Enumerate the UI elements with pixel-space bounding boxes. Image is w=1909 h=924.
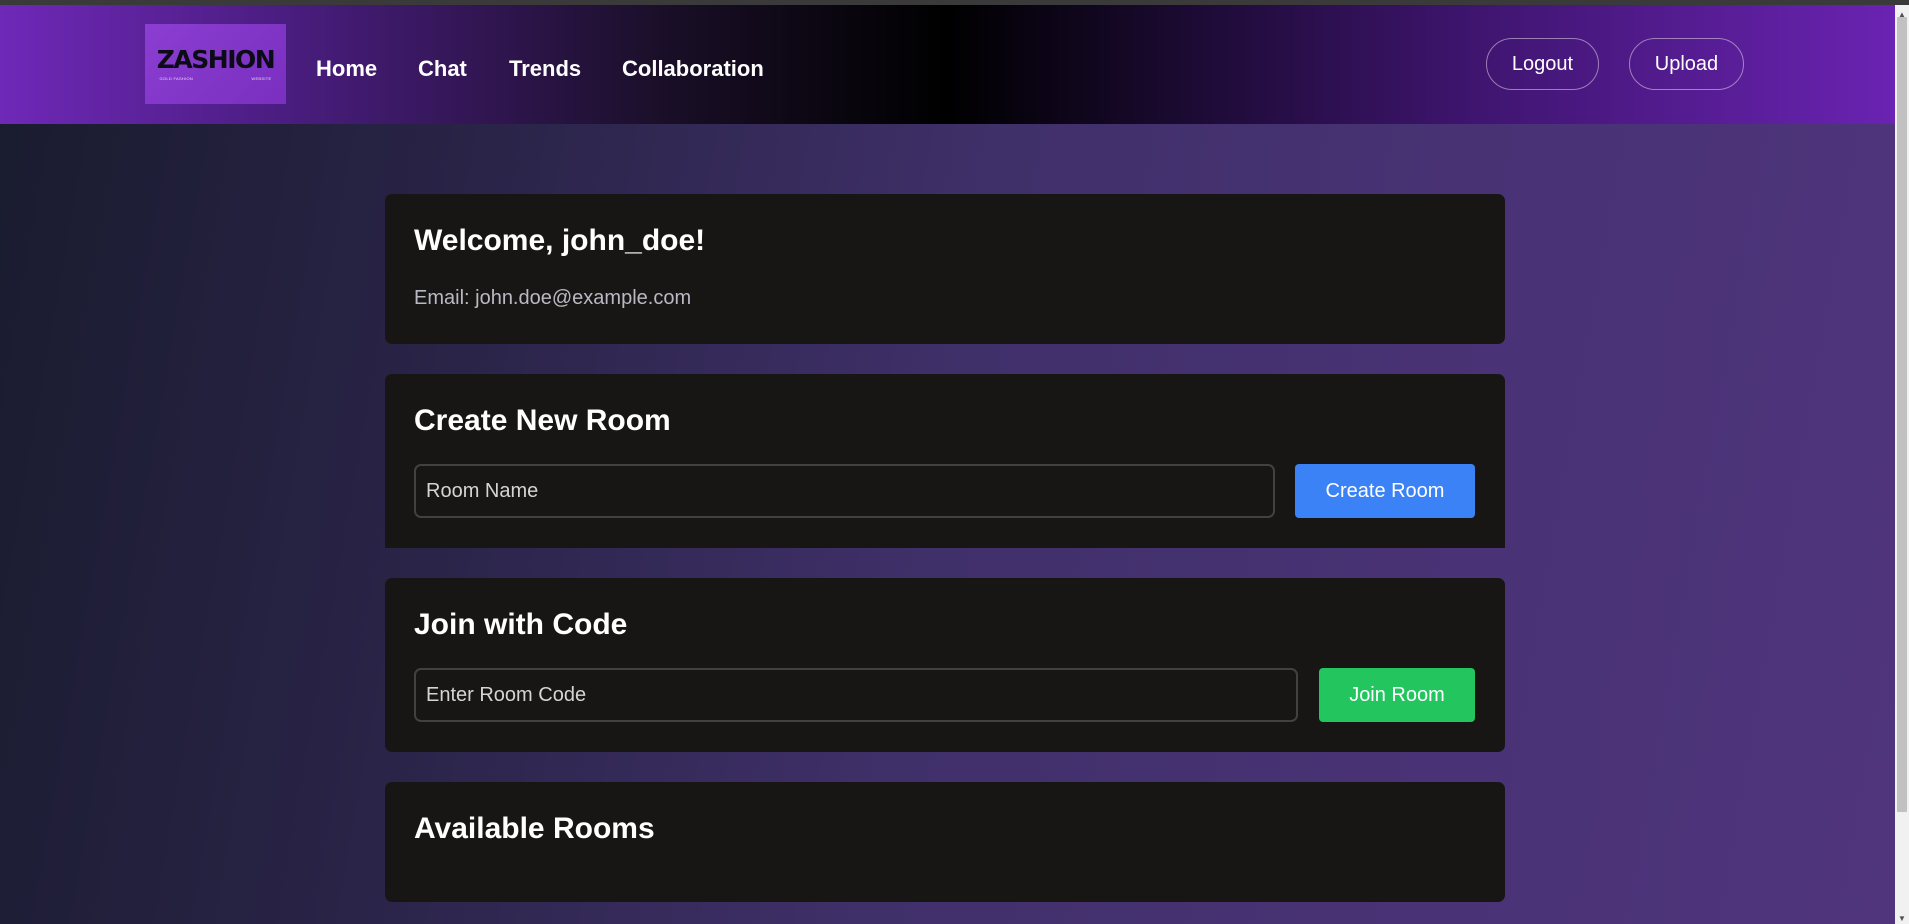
logo-tagline-left: GOLD FASHION xyxy=(159,76,194,81)
nav-link-home[interactable]: Home xyxy=(316,53,377,85)
upload-button[interactable]: Upload xyxy=(1629,38,1744,90)
user-email: Email: john.doe@example.com xyxy=(414,287,692,309)
available-rooms-card: Available Rooms xyxy=(385,782,1505,902)
welcome-title: Welcome, john_doe! xyxy=(414,224,706,257)
create-room-title: Create New Room xyxy=(414,404,671,437)
available-rooms-title: Available Rooms xyxy=(414,812,655,845)
welcome-card: Welcome, john_doe! Email: john.doe@examp… xyxy=(385,194,1505,344)
create-room-button[interactable]: Create Room xyxy=(1295,464,1475,518)
nav-link-chat[interactable]: Chat xyxy=(418,53,467,85)
join-room-button[interactable]: Join Room xyxy=(1319,668,1475,722)
logo-wordmark: ZASHION xyxy=(156,45,276,74)
brand-logo[interactable]: ZASHION GOLD FASHION WEBSITE xyxy=(145,24,286,104)
logo-tagline-right: WEBSITE xyxy=(251,76,272,81)
nav-link-trends[interactable]: Trends xyxy=(509,53,581,85)
page-scrollbar[interactable]: ▲ ▼ xyxy=(1895,5,1909,924)
create-room-card: Create New Room Room Name Create Room xyxy=(385,374,1505,548)
join-room-title: Join with Code xyxy=(414,608,628,641)
scroll-down-arrow-icon[interactable]: ▼ xyxy=(1898,915,1906,923)
navbar: ZASHION GOLD FASHION WEBSITE Home Chat T… xyxy=(0,5,1895,124)
nav-link-collaboration[interactable]: Collaboration xyxy=(622,53,764,85)
scrollbar-thumb[interactable] xyxy=(1897,17,1907,812)
room-code-input[interactable]: Enter Room Code xyxy=(414,668,1298,722)
room-name-input[interactable]: Room Name xyxy=(414,464,1275,518)
logout-button[interactable]: Logout xyxy=(1486,38,1599,90)
join-room-card: Join with Code Enter Room Code Join Room xyxy=(385,578,1505,752)
logo-tagline: GOLD FASHION WEBSITE xyxy=(160,76,272,81)
